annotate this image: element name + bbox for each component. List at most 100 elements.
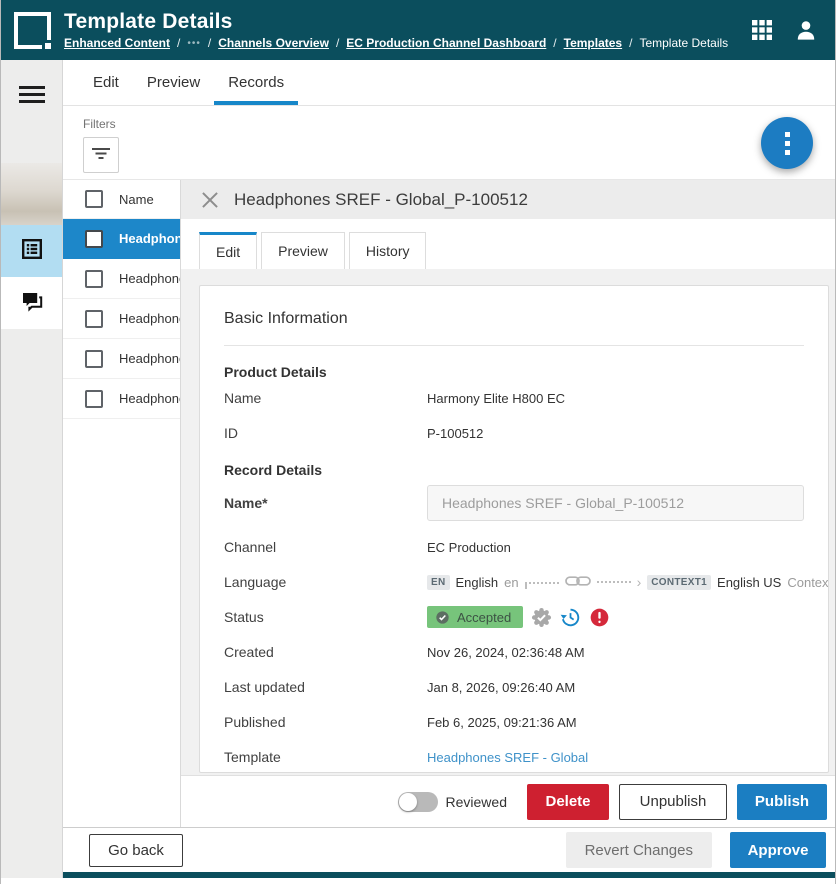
record-detail-tabs: Edit Preview History: [181, 219, 835, 269]
channel-label: Channel: [224, 539, 427, 555]
created-label: Created: [224, 644, 427, 660]
list-item[interactable]: Headphones SREF - Global_P-100512: [63, 339, 180, 379]
rail-item-comments[interactable]: [1, 277, 62, 329]
record-action-bar: Reviewed Delete Unpublish Publish: [181, 775, 835, 827]
product-details-heading: Product Details: [224, 364, 804, 380]
product-id-label: ID: [224, 425, 427, 441]
error-icon[interactable]: [589, 607, 610, 628]
page-title: Template Details: [64, 10, 737, 34]
filter-icon: [90, 145, 112, 166]
record-name-input[interactable]: [427, 485, 804, 521]
breadcrumb-link-enhanced-content[interactable]: Enhanced Content: [64, 36, 170, 50]
hamburger-menu-icon[interactable]: [19, 86, 45, 107]
breadcrumb-current: Template Details: [639, 36, 728, 50]
tab-records[interactable]: Records: [214, 60, 298, 105]
target-context-badge: CONTEXT1: [647, 575, 711, 590]
connector-line: [525, 582, 559, 589]
filter-button[interactable]: [83, 137, 119, 173]
breadcrumb-collapsed-ellipsis[interactable]: •••: [187, 38, 201, 49]
apps-grid-icon[interactable]: [749, 17, 775, 43]
channel-value: EC Production: [427, 540, 804, 555]
row-name: Headphones SREF - Global_P-100512: [119, 231, 180, 246]
source-language-badge: EN: [427, 575, 450, 590]
approve-button[interactable]: Approve: [730, 832, 826, 868]
language-value: EN English en: [427, 574, 829, 591]
row-checkbox[interactable]: [85, 350, 103, 368]
link-icon: [565, 574, 591, 591]
chat-bubbles-icon: [20, 289, 44, 318]
records-list: Name Headphones SREF - Global_P-100512 H…: [63, 180, 181, 827]
rail-background-image: [1, 163, 62, 225]
certified-seal-icon[interactable]: [531, 607, 552, 628]
rail-item-records[interactable]: [1, 225, 62, 277]
published-value: Feb 6, 2025, 09:21:36 AM: [427, 715, 804, 730]
connector-arrow-icon: ›: [637, 575, 642, 589]
bottom-accent-strip: [63, 872, 835, 878]
publish-button[interactable]: Publish: [737, 784, 827, 820]
last-updated-label: Last updated: [224, 679, 427, 695]
record-detail-panel: Headphones SREF - Global_P-100512 Edit P…: [181, 180, 835, 827]
status-badge: Accepted: [427, 606, 523, 628]
list-item[interactable]: Headphones SREF - Global_P-100512: [63, 299, 180, 339]
record-title: Headphones SREF - Global_P-100512: [234, 190, 528, 210]
template-tabs: Edit Preview Records: [63, 60, 835, 106]
row-checkbox[interactable]: [85, 310, 103, 328]
status-label: Status: [224, 609, 427, 625]
record-tab-preview[interactable]: Preview: [261, 232, 345, 269]
reviewed-toggle[interactable]: [398, 792, 438, 812]
target-context-name: Context1: [787, 575, 829, 590]
row-name: Headphones SREF - Global_P-100512: [119, 351, 180, 366]
list-item[interactable]: Headphones SREF - Global_P-100512: [63, 379, 180, 419]
template-link[interactable]: Headphones SREF - Global: [427, 750, 588, 765]
created-value: Nov 26, 2024, 02:36:48 AM: [427, 645, 804, 660]
record-tab-history[interactable]: History: [349, 232, 427, 269]
product-name-label: Name: [224, 390, 427, 406]
source-language-name: English: [456, 575, 499, 590]
row-checkbox[interactable]: [85, 230, 103, 248]
records-list-icon: [20, 237, 44, 266]
app-window: Template Details Enhanced Content / ••• …: [0, 0, 836, 884]
row-checkbox[interactable]: [85, 270, 103, 288]
last-updated-value: Jan 8, 2026, 09:26:40 AM: [427, 680, 804, 695]
brand-logo-icon: [14, 12, 51, 49]
record-detail-header: Headphones SREF - Global_P-100512: [181, 180, 835, 219]
target-language-name: English US: [717, 575, 781, 590]
left-rail: [1, 60, 63, 878]
record-tab-edit[interactable]: Edit: [199, 232, 257, 269]
row-name: Headphones SREF - Global_P-100512: [119, 391, 180, 406]
close-icon[interactable]: [201, 191, 219, 209]
breadcrumb-link-ec-production-channel-dashboard[interactable]: EC Production Channel Dashboard: [346, 36, 546, 50]
breadcrumb: Enhanced Content / ••• / Channels Overvi…: [64, 36, 737, 50]
tab-preview[interactable]: Preview: [133, 60, 214, 105]
record-name-label: Name*: [224, 495, 427, 511]
top-header: Template Details Enhanced Content / ••• …: [1, 0, 835, 60]
history-icon[interactable]: [560, 607, 581, 628]
reviewed-label: Reviewed: [446, 794, 507, 810]
delete-button[interactable]: Delete: [527, 784, 609, 820]
user-account-icon[interactable]: [793, 17, 819, 43]
filters-row: Filters: [63, 106, 835, 180]
product-id-value: P-100512: [427, 426, 804, 441]
go-back-button[interactable]: Go back: [89, 834, 183, 867]
tab-edit[interactable]: Edit: [79, 60, 133, 105]
breadcrumb-link-channels-overview[interactable]: Channels Overview: [218, 36, 329, 50]
name-column-header: Name: [119, 192, 154, 207]
language-label: Language: [224, 574, 427, 590]
unpublish-button[interactable]: Unpublish: [619, 784, 727, 820]
records-list-header: Name: [63, 180, 180, 219]
record-details-heading: Record Details: [224, 462, 804, 478]
template-label: Template: [224, 749, 427, 765]
row-name: Headphones SREF - Global_P-100512: [119, 311, 180, 326]
product-name-value: Harmony Elite H800 EC: [427, 391, 804, 406]
list-item[interactable]: Headphones SREF - Global_P-100512: [63, 259, 180, 299]
list-item[interactable]: Headphones SREF - Global_P-100512: [63, 219, 180, 259]
more-actions-fab[interactable]: [761, 117, 813, 169]
row-checkbox[interactable]: [85, 390, 103, 408]
revert-changes-button[interactable]: Revert Changes: [566, 832, 712, 868]
breadcrumb-link-templates[interactable]: Templates: [564, 36, 622, 50]
check-circle-icon: [435, 610, 450, 625]
published-label: Published: [224, 714, 427, 730]
select-all-checkbox[interactable]: [85, 190, 103, 208]
source-language-code: en: [504, 575, 518, 590]
basic-information-card: Basic Information Product Details Name H…: [199, 285, 829, 773]
